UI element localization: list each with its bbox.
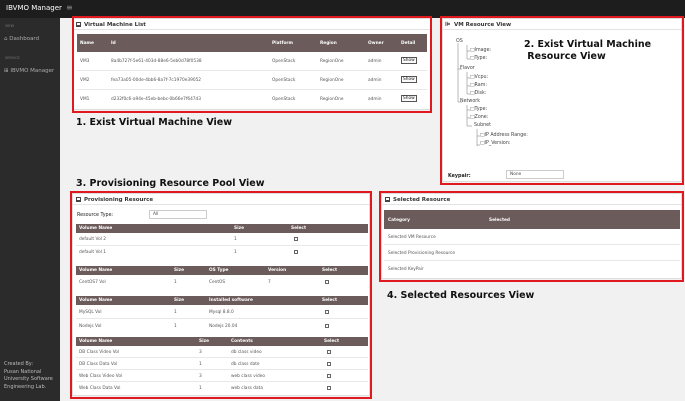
dashboard-icon: ⌂ (4, 36, 8, 42)
sidebar: VIEW ⌂ Dashboard SERVICE ⊞ IBVMO Manager… (0, 18, 60, 401)
highlight-box-provisioning (70, 191, 372, 399)
sidebar-item-manager[interactable]: ⊞ IBVMO Manager (4, 68, 54, 74)
sidebar-item-dashboard[interactable]: ⌂ Dashboard (4, 36, 39, 42)
sidebar-section-view: VIEW (5, 24, 15, 28)
caption-1: 1. Exist Virtual Machine View (76, 117, 232, 128)
manager-icon: ⊞ (4, 68, 9, 74)
sidebar-section-service: SERVICE (5, 56, 20, 60)
caption-4: 4. Selected Resources View (387, 290, 535, 301)
highlight-box-vm-list (72, 16, 432, 113)
highlight-box-selected (379, 191, 684, 282)
menu-toggle-icon[interactable]: ≡ (66, 3, 73, 12)
sidebar-item-label: Dashboard (9, 36, 40, 42)
app-title[interactable]: IBVMO Manager (6, 4, 62, 12)
sidebar-item-label: IBVMO Manager (10, 68, 55, 74)
caption-2: 2. Exist Virtual Machine Resource View (524, 39, 652, 62)
sidebar-footer: Created By: Pusan National University So… (4, 361, 53, 390)
caption-3: 3. Provisioning Resource Pool View (76, 178, 265, 189)
